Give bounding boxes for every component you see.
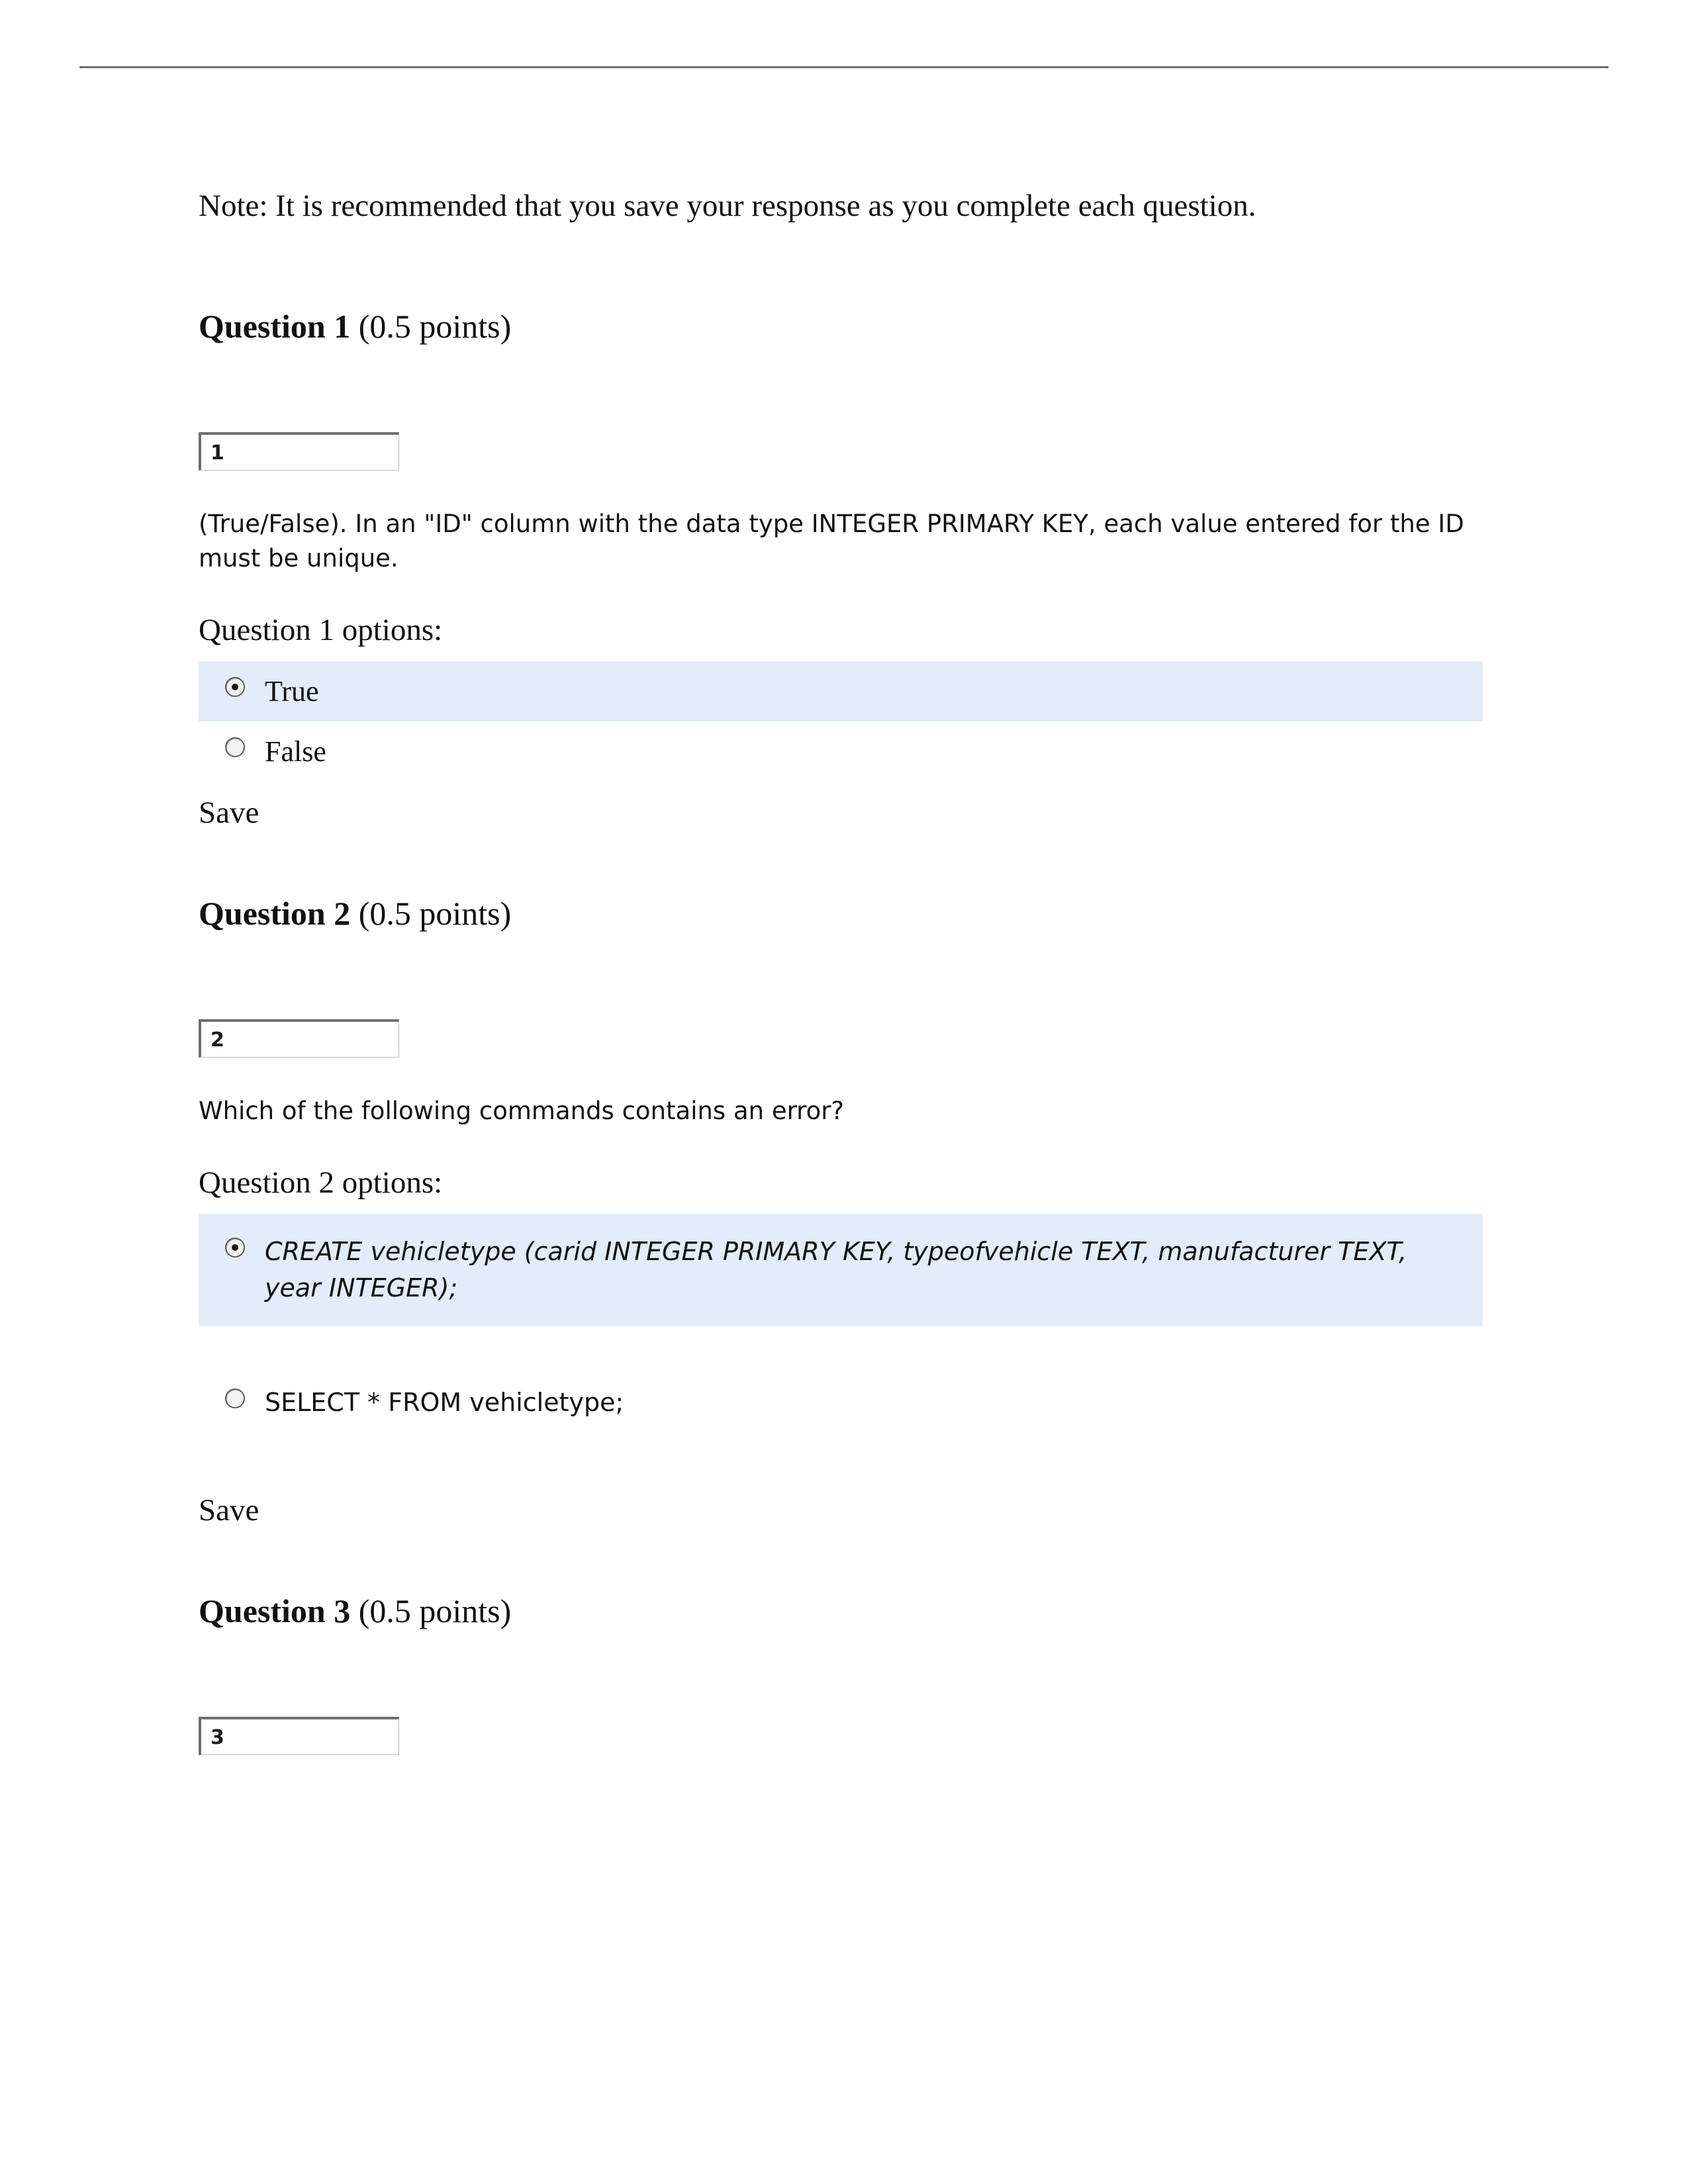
question-2-label: Question 2: [199, 895, 350, 932]
question-2-option-b-text: SELECT * FROM vehicletype;: [265, 1385, 1470, 1421]
question-1-options: True False: [199, 661, 1483, 782]
question-1-prompt: (True/False). In an "ID" column with the…: [199, 507, 1483, 576]
radio-cell: [205, 733, 265, 757]
question-1-option-true-text: True: [265, 673, 1470, 709]
question-1-option-false[interactable]: False: [199, 721, 1483, 782]
question-2-options-heading: Question 2 options:: [199, 1165, 1483, 1201]
question-2-prompt: Which of the following commands contains…: [199, 1094, 1483, 1128]
question-3-number-box: 3: [199, 1717, 399, 1755]
question-2-option-a[interactable]: CREATE vehicletype (carid INTEGER PRIMAR…: [199, 1214, 1483, 1326]
question-2-options: CREATE vehicletype (carid INTEGER PRIMAR…: [199, 1214, 1483, 1433]
radio-selected-icon[interactable]: [225, 1238, 245, 1257]
radio-unselected-icon[interactable]: [225, 1388, 245, 1408]
radio-cell: [205, 1234, 265, 1257]
spacer: [199, 1326, 1483, 1373]
question-1-points: (0.5 points): [359, 308, 512, 345]
question-1-save[interactable]: Save: [199, 795, 1483, 831]
question-3-label: Question 3: [199, 1592, 350, 1629]
question-1-options-heading: Question 1 options:: [199, 612, 1483, 648]
question-2-points: (0.5 points): [359, 895, 512, 932]
question-2-option-b[interactable]: SELECT * FROM vehicletype;: [199, 1373, 1483, 1433]
question-2-heading: Question 2 (0.5 points): [199, 893, 1483, 933]
question-3-points: (0.5 points): [359, 1592, 512, 1629]
question-2-option-a-text: CREATE vehicletype (carid INTEGER PRIMAR…: [265, 1234, 1470, 1306]
question-1-option-true[interactable]: True: [199, 661, 1483, 721]
radio-cell: [205, 1385, 265, 1408]
note-text: Note: It is recommended that you save yo…: [199, 185, 1483, 227]
radio-unselected-icon[interactable]: [225, 737, 245, 757]
question-3-heading: Question 3 (0.5 points): [199, 1591, 1483, 1631]
question-2-save[interactable]: Save: [199, 1492, 1483, 1528]
radio-cell: [205, 673, 265, 697]
page-top-rule: [79, 66, 1609, 68]
radio-selected-icon[interactable]: [225, 677, 245, 697]
question-1-number-box: 1: [199, 432, 399, 471]
question-1-heading: Question 1 (0.5 points): [199, 306, 1483, 346]
quiz-content: Note: It is recommended that you save yo…: [199, 185, 1483, 1792]
spacer: [199, 1433, 1483, 1479]
question-1-label: Question 1: [199, 308, 350, 345]
question-1-option-false-text: False: [265, 733, 1470, 770]
question-2-number-box: 2: [199, 1019, 399, 1058]
